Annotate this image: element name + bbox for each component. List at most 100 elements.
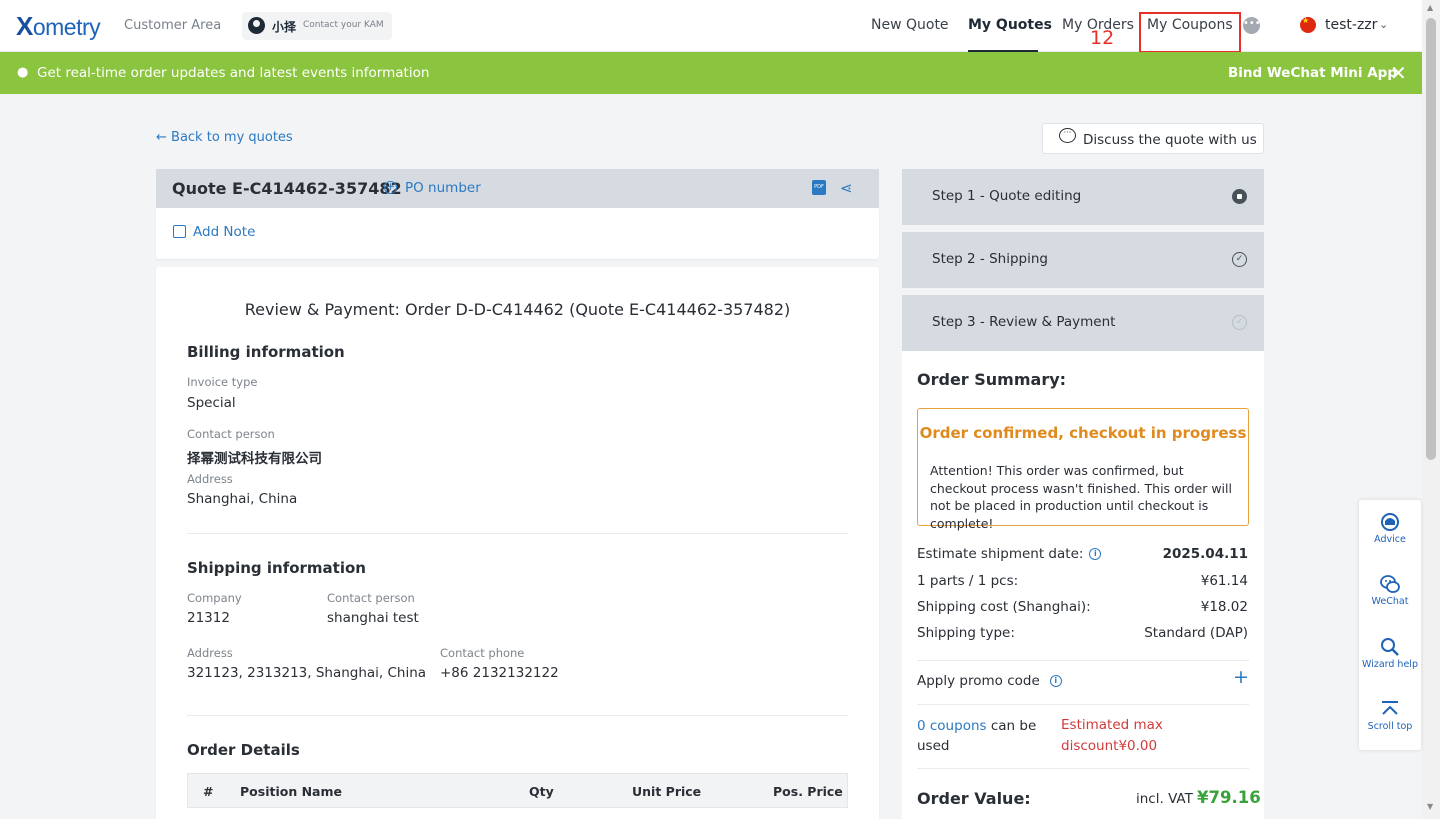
- promo-code-row[interactable]: Apply promo code i: [917, 673, 1062, 689]
- info-icon[interactable]: i: [1049, 675, 1062, 687]
- col-number: #: [203, 784, 214, 799]
- user-avatar-icon: [248, 17, 265, 34]
- check-circle-icon: ✓: [1232, 252, 1247, 267]
- warning-title: Order confirmed, checkout in progress: [919, 424, 1247, 442]
- billing-contact-label: Contact person: [187, 427, 275, 441]
- back-to-quotes-link[interactable]: ← Back to my quotes: [156, 130, 293, 145]
- annotation-highlight-box: [1139, 12, 1241, 53]
- edit-note-icon[interactable]: [173, 225, 186, 238]
- shipment-date-row: Estimate shipment date: i: [917, 546, 1102, 562]
- scroll-up-arrow-icon[interactable]: ▲: [1427, 3, 1433, 12]
- nav-new-quote[interactable]: New Quote: [871, 17, 949, 33]
- col-pos-price: Pos. Price: [773, 784, 843, 799]
- messages-icon[interactable]: •••: [1243, 17, 1261, 34]
- shipping-title: Shipping information: [187, 559, 366, 577]
- close-icon[interactable]: ✕: [1390, 61, 1407, 85]
- order-value-label: Order Value:: [917, 789, 1031, 808]
- col-position-name: Position Name: [240, 784, 342, 799]
- wechat-icon: [1380, 575, 1400, 593]
- order-details-title: Order Details: [187, 741, 300, 759]
- checkout-warning-box: Order confirmed, checkout in progress At…: [917, 408, 1249, 531]
- scroll-down-arrow-icon[interactable]: ▼: [1427, 802, 1433, 811]
- advice-button[interactable]: Advice: [1359, 512, 1421, 545]
- shipping-contact-label: Contact person: [327, 591, 415, 605]
- po-number-link[interactable]: PO number: [405, 180, 481, 196]
- pdf-icon[interactable]: PDF: [812, 180, 826, 195]
- floating-help-toolbar: Advice WeChat Wizard help Scroll top: [1359, 500, 1421, 750]
- step-label: Step 1 - Quote editing: [932, 188, 1082, 204]
- quote-header: Quote E-C414462-357482 + PO number PDF ⋖: [156, 169, 879, 208]
- chevron-down-icon[interactable]: ⌄: [1379, 18, 1388, 31]
- annotation-number: 12: [1090, 27, 1115, 49]
- chat-bubble-icon: ···: [1059, 128, 1076, 143]
- china-flag-icon[interactable]: [1300, 16, 1316, 33]
- summary-divider: [917, 768, 1249, 769]
- estimated-max-discount: Estimated max discount¥0.00: [1061, 717, 1163, 754]
- page-scrollbar[interactable]: ▲ ▼: [1422, 0, 1440, 819]
- summary-divider: [917, 660, 1249, 661]
- shipping-address-value: 321123, 2313213, Shanghai, China: [187, 665, 427, 681]
- coupons-available: 0 coupons can be used: [917, 718, 1037, 754]
- section-divider: [187, 715, 848, 716]
- shipping-cost-value: ¥18.02: [1200, 599, 1248, 615]
- user-menu[interactable]: test-zzr: [1325, 17, 1377, 33]
- order-total: ¥79.16: [1197, 788, 1261, 807]
- scroll-thumb[interactable]: [1426, 18, 1436, 460]
- wechat-banner: ● Get real-time order updates and latest…: [0, 52, 1422, 94]
- invoice-type-label: Invoice type: [187, 375, 258, 389]
- shipping-cost-label: Shipping cost (Shanghai):: [917, 599, 1091, 615]
- add-promo-plus-icon[interactable]: +: [1233, 666, 1249, 688]
- warning-text: Attention! This order was confirmed, but…: [930, 463, 1232, 531]
- banner-text: Get real-time order updates and latest e…: [37, 65, 430, 81]
- discuss-quote-button[interactable]: ··· Discuss the quote with us: [1042, 123, 1264, 154]
- xometry-logo[interactable]: Xometry: [16, 11, 101, 42]
- bind-wechat-link[interactable]: Bind WeChat Mini App: [1228, 65, 1397, 81]
- wechat-button[interactable]: WeChat: [1359, 574, 1421, 607]
- billing-contact-value: 择幂测试科技有限公司: [187, 451, 322, 467]
- phone-value: +86 2132132122: [440, 665, 559, 681]
- step-quote-editing[interactable]: Step 1 - Quote editing: [902, 169, 1264, 225]
- step-shipping[interactable]: Step 2 - Shipping ✓: [902, 232, 1264, 288]
- parts-value: ¥61.14: [1200, 573, 1248, 589]
- shipping-address-label: Address: [187, 646, 233, 660]
- coupons-count-link[interactable]: 0 coupons: [917, 718, 987, 734]
- col-qty: Qty: [529, 784, 554, 799]
- top-header: Xometry Customer Area 小择 Contact your KA…: [0, 0, 1422, 53]
- shipment-date-value: 2025.04.11: [1162, 546, 1248, 562]
- incl-vat-label: incl. VAT: [1136, 791, 1193, 807]
- phone-label: Contact phone: [440, 646, 525, 660]
- add-note-link[interactable]: Add Note: [193, 224, 255, 240]
- scroll-top-button[interactable]: Scroll top: [1359, 699, 1421, 732]
- order-table-header: # Position Name Qty Unit Price Pos. Pric…: [187, 773, 848, 808]
- customer-area-label: Customer Area: [124, 18, 222, 33]
- company-value: 21312: [187, 610, 230, 626]
- search-icon: [1381, 638, 1399, 656]
- invoice-type-value: Special: [187, 395, 236, 411]
- billing-address-value: Shanghai, China: [187, 491, 298, 507]
- advice-icon: [1381, 513, 1399, 531]
- wizard-help-button[interactable]: Wizard help: [1359, 637, 1421, 670]
- plus-circle-icon[interactable]: +: [384, 181, 397, 194]
- lock-icon: [1232, 189, 1247, 204]
- order-summary-panel: Order Summary: Order confirmed, checkout…: [902, 351, 1264, 819]
- quote-title: Quote E-C414462-357482: [172, 179, 402, 198]
- nav-my-quotes[interactable]: My Quotes: [968, 17, 1052, 33]
- review-payment-card: Review & Payment: Order D-D-C414462 (Quo…: [156, 267, 879, 819]
- kam-contact-label: Contact your KAM: [303, 20, 384, 30]
- summary-divider: [917, 704, 1249, 705]
- discuss-quote-label: Discuss the quote with us: [1083, 132, 1257, 148]
- share-icon[interactable]: ⋖: [840, 179, 853, 197]
- shipping-type-value: Standard (DAP): [1144, 625, 1248, 641]
- company-label: Company: [187, 591, 242, 605]
- note-card: Add Note: [156, 208, 879, 259]
- summary-title: Order Summary:: [917, 370, 1067, 389]
- review-title: Review & Payment: Order D-D-C414462 (Quo…: [244, 300, 791, 319]
- step-review-payment[interactable]: Step 3 - Review & Payment ✓: [902, 295, 1264, 351]
- shipping-type-label: Shipping type:: [917, 625, 1015, 641]
- step-label: Step 2 - Shipping: [932, 251, 1048, 267]
- contact-kam-button[interactable]: 小择 Contact your KAM: [242, 12, 392, 40]
- billing-address-label: Address: [187, 472, 233, 486]
- billing-title: Billing information: [187, 343, 345, 361]
- wechat-icon: ●: [17, 65, 29, 80]
- info-icon[interactable]: i: [1089, 548, 1102, 560]
